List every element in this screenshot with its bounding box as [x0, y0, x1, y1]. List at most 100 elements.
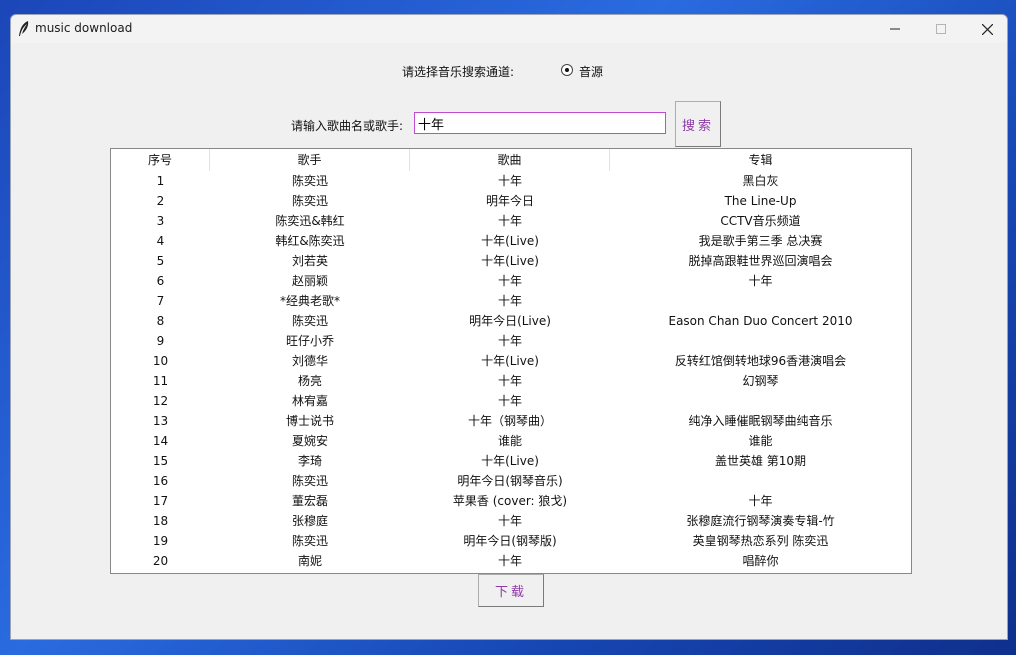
cell-singer: 刘德华 [291, 354, 328, 368]
table-row[interactable]: 9 旺仔小乔 十年 [111, 331, 911, 351]
table-row[interactable]: 19 陈奕迅 明年今日(钢琴版) 英皇钢琴热恋系列 陈奕迅 [111, 531, 911, 551]
table-row[interactable]: 3 陈奕迅&韩红 十年 CCTV音乐频道 [111, 211, 911, 231]
minimize-button[interactable] [872, 15, 918, 43]
cell-index: 2 [156, 194, 165, 208]
table-row[interactable]: 17 董宏磊 苹果香 (cover: 狼戈) 十年 [111, 491, 911, 511]
table-row[interactable]: 2 陈奕迅 明年今日 The Line-Up [111, 191, 911, 211]
cell-index: 15 [152, 454, 169, 468]
cell-song: 十年 [497, 214, 522, 228]
channel-label: 请选择音乐搜索通道: [402, 65, 515, 79]
table-row[interactable]: 12 林宥嘉 十年 [111, 391, 911, 411]
cell-album [610, 331, 911, 351]
table-row[interactable]: 10 刘德华 十年(Live) 反转红馆倒转地球96香港演唱会 [111, 351, 911, 371]
cell-song: 十年(Live) [481, 454, 539, 468]
cell-song: 十年 [497, 514, 522, 528]
cell-song: 明年今日(Live) [469, 314, 551, 328]
search-input[interactable] [414, 112, 666, 134]
cell-index: 10 [152, 354, 169, 368]
table-row[interactable]: 7 *经典老歌* 十年 [111, 291, 911, 311]
table-row[interactable]: 15 李琦 十年(Live) 盖世英雄 第10期 [111, 451, 911, 471]
results-table[interactable]: 序号 歌手 歌曲 专辑 1 陈奕迅 十年 黑白灰 2 陈奕迅 明年今日 The Line-Up… [110, 148, 912, 574]
cell-index: 14 [152, 434, 169, 448]
cell-song: 苹果香 (cover: 狼戈) [452, 494, 568, 508]
cell-index: 13 [152, 414, 169, 428]
table-row[interactable]: 11 杨亮 十年 幻钢琴 [111, 371, 911, 391]
cell-song: 十年 [497, 374, 522, 388]
cell-song: 十年 [497, 554, 522, 568]
column-header-song[interactable]: 歌曲 [410, 149, 610, 171]
cell-index: 18 [152, 514, 169, 528]
cell-index: 17 [152, 494, 169, 508]
download-button[interactable]: 下载 [478, 574, 544, 607]
maximize-button[interactable] [918, 15, 964, 43]
cell-album: 英皇钢琴热恋系列 陈奕迅 [692, 534, 829, 548]
cell-index: 1 [156, 174, 165, 188]
cell-album: 谁能 [748, 434, 773, 448]
close-icon [981, 23, 993, 35]
cell-song: 十年 [497, 294, 522, 308]
table-row[interactable]: 8 陈奕迅 明年今日(Live) Eason Chan Duo Concert 201… [111, 311, 911, 331]
cell-album: 盖世英雄 第10期 [714, 454, 807, 468]
cell-song: 十年（钢琴曲） [467, 414, 552, 428]
cell-index: 19 [152, 534, 169, 548]
cell-singer: 陈奕迅 [291, 314, 328, 328]
cell-singer: 陈奕迅 [291, 174, 328, 188]
cell-song: 十年(Live) [481, 234, 539, 248]
cell-singer: *经典老歌* [279, 294, 340, 308]
table-row[interactable]: 18 张穆庭 十年 张穆庭流行钢琴演奏专辑-竹 [111, 511, 911, 531]
cell-index: 12 [152, 394, 169, 408]
table-row[interactable]: 20 南妮 十年 唱醉你 [111, 551, 911, 571]
cell-index: 3 [156, 214, 165, 228]
table-row[interactable]: 6 赵丽颖 十年 十年 [111, 271, 911, 291]
close-button[interactable] [964, 15, 1007, 43]
cell-album: Eason Chan Duo Concert 2010 [668, 314, 853, 328]
cell-singer: 陈奕迅 [291, 474, 328, 488]
cell-singer: 杨亮 [297, 374, 322, 388]
maximize-icon [936, 24, 946, 34]
app-window: music download 请选择音乐搜索通道: 音源 请输入歌曲名或歌手: … [10, 14, 1008, 640]
cell-singer: 赵丽颖 [291, 274, 328, 288]
cell-index: 6 [156, 274, 165, 288]
cell-album: 脱掉高跟鞋世界巡回演唱会 [688, 254, 833, 268]
cell-singer: 刘若英 [291, 254, 328, 268]
cell-index: 20 [152, 554, 169, 568]
cell-album: 张穆庭流行钢琴演奏专辑-竹 [686, 514, 835, 528]
cell-song: 十年 [497, 334, 522, 348]
cell-singer: 夏婉安 [291, 434, 328, 448]
cell-index: 9 [156, 334, 165, 348]
cell-singer: 董宏磊 [291, 494, 328, 508]
table-body: 1 陈奕迅 十年 黑白灰 2 陈奕迅 明年今日 The Line-Up 3 陈奕迅&韩红 十年 CCT… [111, 171, 911, 571]
cell-album: CCTV音乐频道 [720, 214, 801, 228]
column-header-index[interactable]: 序号 [111, 149, 210, 171]
table-row[interactable]: 16 陈奕迅 明年今日(钢琴音乐) [111, 471, 911, 491]
cell-singer: 陈奕迅&韩红 [275, 214, 345, 228]
cell-album [610, 471, 911, 491]
column-header-singer[interactable]: 歌手 [210, 149, 410, 171]
cell-album: 唱醉你 [742, 554, 779, 568]
cell-album: 黑白灰 [742, 174, 779, 188]
search-button[interactable]: 搜索 [675, 101, 721, 147]
channel-radio[interactable] [561, 64, 573, 76]
table-row[interactable]: 14 夏婉安 谁能 谁能 [111, 431, 911, 451]
cell-album: 十年 [748, 274, 773, 288]
cell-album: 幻钢琴 [742, 374, 779, 388]
title-bar[interactable]: music download [11, 15, 1007, 43]
table-row[interactable]: 4 韩红&陈奕迅 十年(Live) 我是歌手第三季 总决赛 [111, 231, 911, 251]
channel-option-label[interactable]: 音源 [579, 63, 603, 80]
cell-singer: 张穆庭 [291, 514, 328, 528]
cell-album: 我是歌手第三季 总决赛 [698, 234, 823, 248]
table-row[interactable]: 5 刘若英 十年(Live) 脱掉高跟鞋世界巡回演唱会 [111, 251, 911, 271]
cell-song: 十年 [497, 274, 522, 288]
cell-index: 4 [156, 234, 165, 248]
cell-song: 谁能 [497, 434, 522, 448]
column-header-album[interactable]: 专辑 [610, 149, 911, 171]
cell-singer: 博士说书 [285, 414, 334, 428]
cell-singer: 韩红&陈奕迅 [275, 234, 345, 248]
cell-song: 明年今日(钢琴音乐) [457, 474, 563, 488]
cell-singer: 旺仔小乔 [285, 334, 334, 348]
feather-icon [19, 21, 29, 36]
table-row[interactable]: 13 博士说书 十年（钢琴曲） 纯净入睡催眠钢琴曲纯音乐 [111, 411, 911, 431]
table-row[interactable]: 1 陈奕迅 十年 黑白灰 [111, 171, 911, 191]
cell-index: 8 [156, 314, 165, 328]
cell-index: 11 [152, 374, 169, 388]
